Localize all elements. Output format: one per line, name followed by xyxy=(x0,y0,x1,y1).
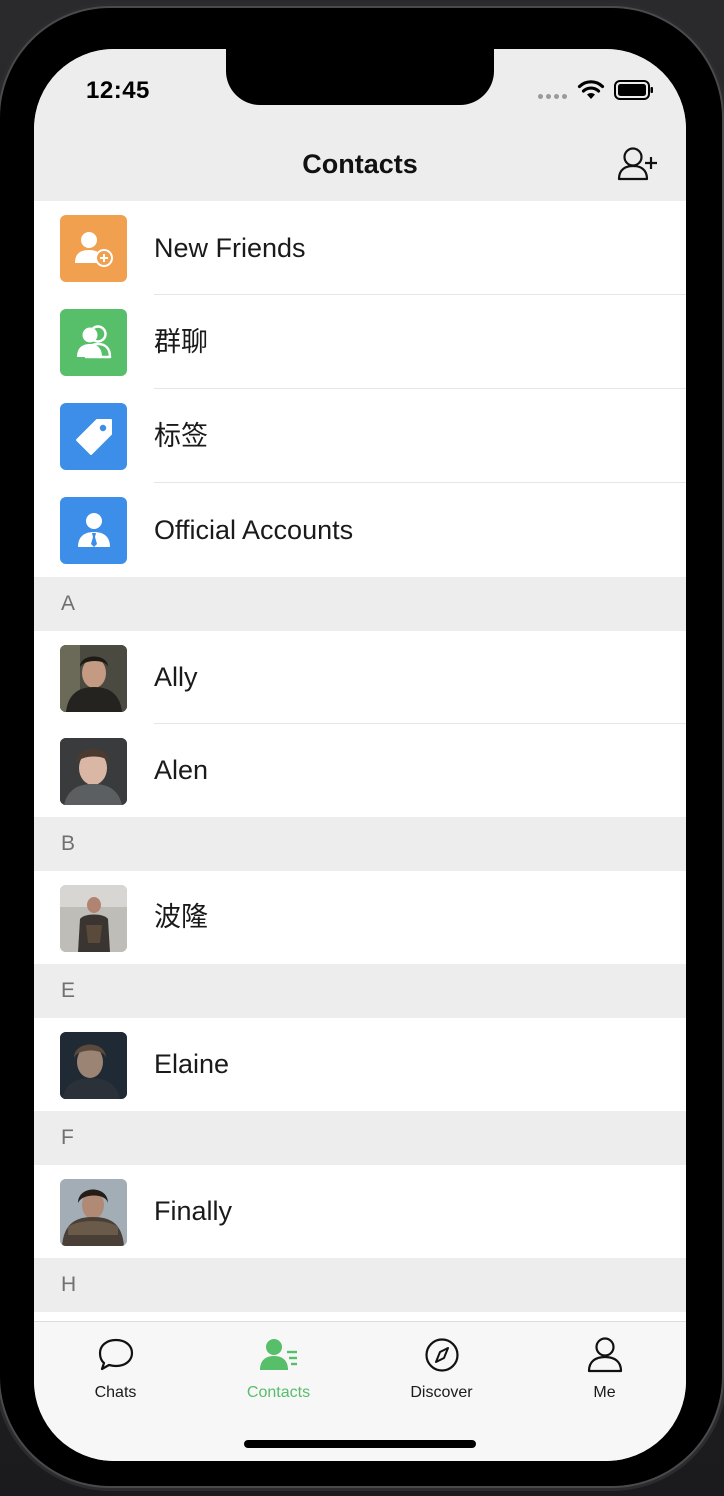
tab-discover[interactable]: Discover xyxy=(360,1322,523,1412)
section-header-e: E xyxy=(34,964,686,1018)
row-official-accounts[interactable]: Official Accounts xyxy=(34,483,686,577)
row-label: New Friends xyxy=(154,233,306,263)
section-letter: A xyxy=(61,592,76,615)
section-letter: F xyxy=(61,1126,74,1149)
section-header-h: H xyxy=(34,1258,686,1312)
section-letter: E xyxy=(61,979,76,1002)
row-label: Official Accounts xyxy=(154,515,354,545)
section-header-f: F xyxy=(34,1111,686,1165)
compass-icon xyxy=(425,1338,459,1372)
notch xyxy=(226,49,494,105)
row-label: 标签 xyxy=(154,421,208,451)
row-label: 群聊 xyxy=(154,327,208,357)
contact-name: Finally xyxy=(154,1196,233,1226)
section-header-b: B xyxy=(34,817,686,871)
contact-row-alen[interactable]: Alen xyxy=(34,724,686,817)
row-tags[interactable]: 标签 xyxy=(34,389,686,483)
contact-name: 波隆 xyxy=(154,902,208,932)
contact-row-finally[interactable]: Finally xyxy=(34,1165,686,1258)
avatar xyxy=(60,645,127,712)
wifi-icon xyxy=(577,80,605,99)
person-icon xyxy=(587,1337,623,1373)
tab-label: Contacts xyxy=(246,1384,311,1401)
cellular-signal-icon xyxy=(538,94,567,99)
add-contact-icon xyxy=(617,147,657,181)
section-letter: H xyxy=(61,1273,77,1296)
phone-screen: 12:45 Contacts New Friends 群聊 标签 Officia… xyxy=(34,49,686,1461)
contact-row-ally[interactable]: Ally xyxy=(34,631,686,724)
contact-name: Elaine xyxy=(154,1049,230,1079)
row-new-friends[interactable]: New Friends xyxy=(34,201,686,295)
contact-name: Ally xyxy=(154,662,198,692)
contact-row-elaine[interactable]: Elaine xyxy=(34,1018,686,1111)
tab-label: Chats xyxy=(94,1384,137,1401)
navigation-bar: Contacts xyxy=(34,129,686,201)
battery-icon xyxy=(614,80,653,100)
section-letter: B xyxy=(61,832,76,855)
avatar xyxy=(60,1179,127,1246)
group-chat-icon xyxy=(60,309,127,376)
tab-contacts[interactable]: Contacts xyxy=(197,1322,360,1412)
new-friends-icon xyxy=(60,215,127,282)
contact-name: Alen xyxy=(154,755,209,785)
avatar xyxy=(60,1032,127,1099)
contacts-list[interactable]: New Friends 群聊 标签 Official Accounts A Al… xyxy=(34,201,686,1321)
row-group-chat[interactable]: 群聊 xyxy=(34,295,686,389)
tab-me[interactable]: Me xyxy=(523,1322,686,1412)
section-header-a: A xyxy=(34,577,686,631)
add-contact-button[interactable] xyxy=(616,145,660,185)
chat-bubble-icon xyxy=(98,1338,134,1371)
avatar xyxy=(60,738,127,805)
status-time: 12:45 xyxy=(86,77,150,104)
page-title: Contacts xyxy=(302,149,418,179)
phone-frame: 12:45 Contacts New Friends 群聊 标签 Officia… xyxy=(0,8,722,1486)
home-indicator[interactable] xyxy=(244,1440,476,1448)
contact-row-bolong[interactable]: 波隆 xyxy=(34,871,686,964)
tab-chats[interactable]: Chats xyxy=(34,1322,197,1412)
tab-label: Me xyxy=(593,1384,616,1401)
official-accounts-icon xyxy=(60,497,127,564)
avatar xyxy=(60,885,127,952)
tab-label: Discover xyxy=(410,1384,473,1401)
tag-icon xyxy=(60,403,127,470)
contacts-icon xyxy=(260,1339,297,1370)
